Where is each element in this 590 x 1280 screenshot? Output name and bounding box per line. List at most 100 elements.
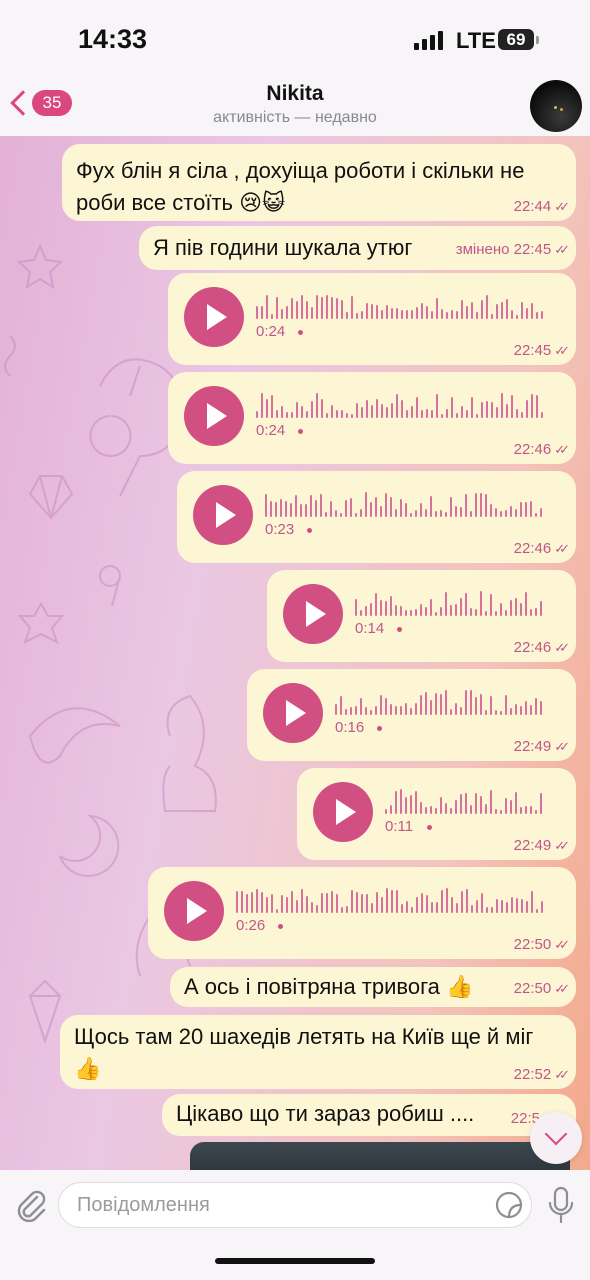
waveform-bar bbox=[355, 513, 357, 517]
waveform-bar bbox=[346, 312, 348, 319]
waveform-bar bbox=[445, 592, 447, 616]
waveform-bar bbox=[261, 892, 263, 913]
waveform-bar bbox=[365, 707, 367, 715]
waveform-bar bbox=[530, 501, 532, 517]
play-button[interactable] bbox=[263, 683, 323, 743]
waveform-bar bbox=[541, 311, 543, 319]
play-button[interactable] bbox=[313, 782, 373, 842]
voice-message-bubble[interactable]: 0:24 22:46 ✓✓ bbox=[168, 372, 576, 464]
waveform[interactable] bbox=[385, 786, 548, 814]
waveform-bar bbox=[315, 500, 317, 517]
waveform-bar bbox=[341, 300, 343, 319]
waveform-bar bbox=[410, 513, 412, 517]
waveform-bar bbox=[376, 399, 378, 418]
waveform-bar bbox=[500, 603, 502, 616]
status-time: 14:33 bbox=[78, 24, 148, 54]
waveform-bar bbox=[530, 705, 532, 715]
waveform-bar bbox=[311, 902, 313, 913]
waveform-bar bbox=[466, 306, 468, 319]
waveform[interactable] bbox=[265, 489, 548, 517]
waveform[interactable] bbox=[256, 291, 548, 319]
waveform-bar bbox=[496, 304, 498, 319]
waveform-bar bbox=[445, 690, 447, 715]
sticker-icon[interactable] bbox=[494, 1190, 524, 1220]
voice-message-bubble[interactable]: 0:24 22:45 ✓✓ bbox=[168, 273, 576, 365]
waveform[interactable] bbox=[335, 687, 548, 715]
waveform[interactable] bbox=[355, 588, 548, 616]
waveform-bar bbox=[400, 706, 402, 715]
waveform-bar bbox=[266, 399, 268, 418]
status-bar: 14:33 LTE 69 bbox=[0, 0, 590, 78]
waveform-bar bbox=[436, 902, 438, 913]
waveform-bar bbox=[445, 512, 447, 517]
waveform-bar bbox=[370, 603, 372, 616]
play-button[interactable] bbox=[283, 584, 343, 644]
waveform-bar bbox=[331, 297, 333, 319]
waveform-bar bbox=[521, 302, 523, 319]
voice-message-bubble[interactable]: 0:23 22:46 ✓✓ bbox=[177, 471, 576, 563]
waveform-bar bbox=[460, 598, 462, 616]
waveform-bar bbox=[286, 897, 288, 913]
double-check-icon: ✓✓ bbox=[554, 442, 570, 457]
play-button[interactable] bbox=[184, 386, 244, 446]
message-time: 22:49 ✓✓ bbox=[513, 837, 570, 854]
waveform-bar bbox=[261, 393, 263, 418]
waveform-bar bbox=[280, 499, 282, 517]
play-button[interactable] bbox=[184, 287, 244, 347]
waveform-bar bbox=[506, 902, 508, 913]
waveform-bar bbox=[420, 695, 422, 715]
waveform-bar bbox=[371, 304, 373, 319]
microphone-icon[interactable] bbox=[548, 1186, 574, 1224]
waveform-bar bbox=[405, 503, 407, 517]
waveform-bar bbox=[475, 697, 477, 715]
message-bubble[interactable]: А ось і повітряна тривога 👍 22:50 ✓✓ bbox=[170, 967, 576, 1007]
paperclip-icon[interactable] bbox=[14, 1188, 48, 1222]
image-message-preview[interactable] bbox=[190, 1142, 570, 1170]
waveform-bar bbox=[496, 407, 498, 418]
avatar[interactable] bbox=[530, 80, 582, 132]
message-bubble[interactable]: Цікаво що ти зараз робиш .... 22:5 bbox=[162, 1094, 576, 1136]
message-time: 22:50 ✓✓ bbox=[513, 980, 570, 997]
waveform-bar bbox=[316, 905, 318, 913]
waveform-bar bbox=[375, 497, 377, 517]
waveform[interactable] bbox=[256, 390, 548, 418]
waveform-bar bbox=[511, 395, 513, 418]
waveform-bar bbox=[355, 706, 357, 715]
waveform-bar bbox=[395, 791, 397, 814]
waveform-bar bbox=[415, 510, 417, 517]
voice-message-bubble[interactable]: 0:16 22:49 ✓✓ bbox=[247, 669, 576, 761]
waveform-bar bbox=[396, 394, 398, 418]
waveform-bar bbox=[431, 410, 433, 418]
waveform-bar bbox=[466, 889, 468, 913]
waveform-bar bbox=[510, 708, 512, 715]
waveform-bar bbox=[331, 405, 333, 418]
chat-area[interactable]: Фух блін я сіла , дохуіща роботи і скіль… bbox=[0, 136, 590, 1170]
waveform-bar bbox=[520, 706, 522, 715]
waveform-bar bbox=[426, 895, 428, 913]
voice-message-bubble[interactable]: 0:14 22:46 ✓✓ bbox=[267, 570, 576, 662]
voice-message-bubble[interactable]: 0:26 22:50 ✓✓ bbox=[148, 867, 576, 959]
message-input[interactable] bbox=[58, 1182, 532, 1228]
waveform-bar bbox=[455, 800, 457, 814]
chat-title[interactable]: Nikita bbox=[0, 82, 590, 106]
waveform[interactable] bbox=[236, 885, 548, 913]
waveform-bar bbox=[496, 899, 498, 913]
play-button[interactable] bbox=[164, 881, 224, 941]
play-button[interactable] bbox=[193, 485, 253, 545]
double-check-icon: ✓✓ bbox=[554, 343, 570, 358]
waveform-bar bbox=[340, 696, 342, 715]
waveform-bar bbox=[286, 306, 288, 319]
message-bubble[interactable]: Я пів години шукала утюг змінено 22:45 ✓✓ bbox=[139, 226, 576, 270]
voice-message-bubble[interactable]: 0:11 22:49 ✓✓ bbox=[297, 768, 576, 860]
message-bubble[interactable]: Щось там 20 шахедів летять на Київ ще й … bbox=[60, 1015, 576, 1089]
waveform-bar bbox=[516, 315, 518, 319]
waveform-bar bbox=[490, 504, 492, 517]
unplayed-dot bbox=[298, 330, 303, 335]
scroll-down-button[interactable] bbox=[530, 1112, 582, 1164]
message-text: Фух блін я сіла , дохуіща роботи і скіль… bbox=[76, 158, 525, 183]
message-bubble[interactable]: Фух блін я сіла , дохуіща роботи і скіль… bbox=[62, 144, 576, 221]
double-check-icon: ✓✓ bbox=[554, 1067, 570, 1082]
waveform-bar bbox=[460, 507, 462, 517]
waveform-bar bbox=[455, 604, 457, 616]
waveform-bar bbox=[396, 890, 398, 913]
